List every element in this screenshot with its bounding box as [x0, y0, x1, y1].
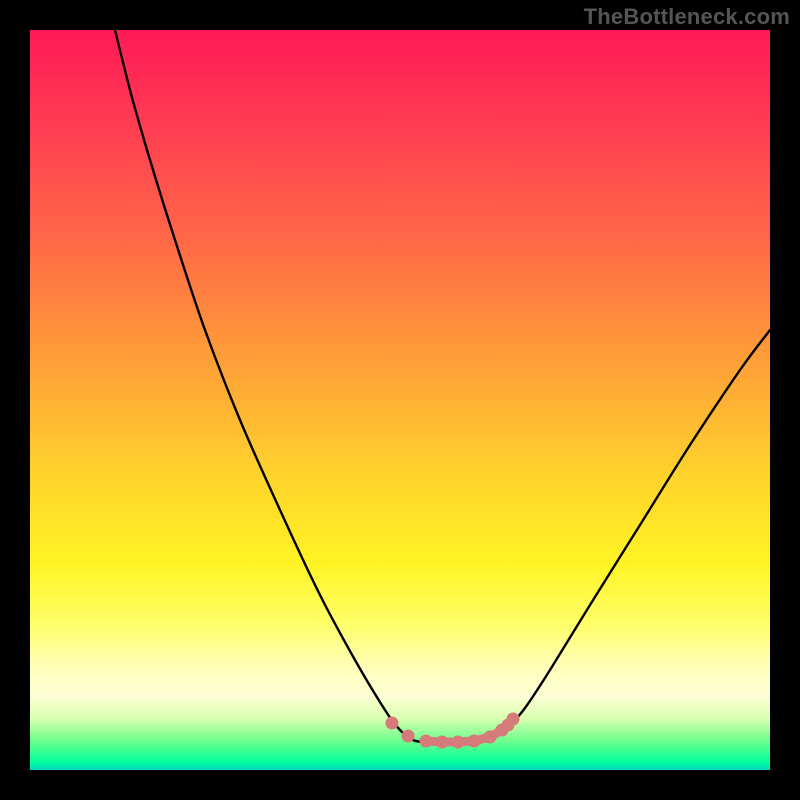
highlight-dot	[507, 713, 520, 726]
bottleneck-curve	[115, 30, 770, 742]
plot-area	[30, 30, 770, 770]
watermark-text: TheBottleneck.com	[584, 4, 790, 30]
highlight-dot	[402, 730, 415, 743]
highlight-dot	[386, 717, 399, 730]
plot-svg	[30, 30, 770, 770]
chart-frame: TheBottleneck.com	[0, 0, 800, 800]
highlight-stroke	[426, 730, 502, 742]
